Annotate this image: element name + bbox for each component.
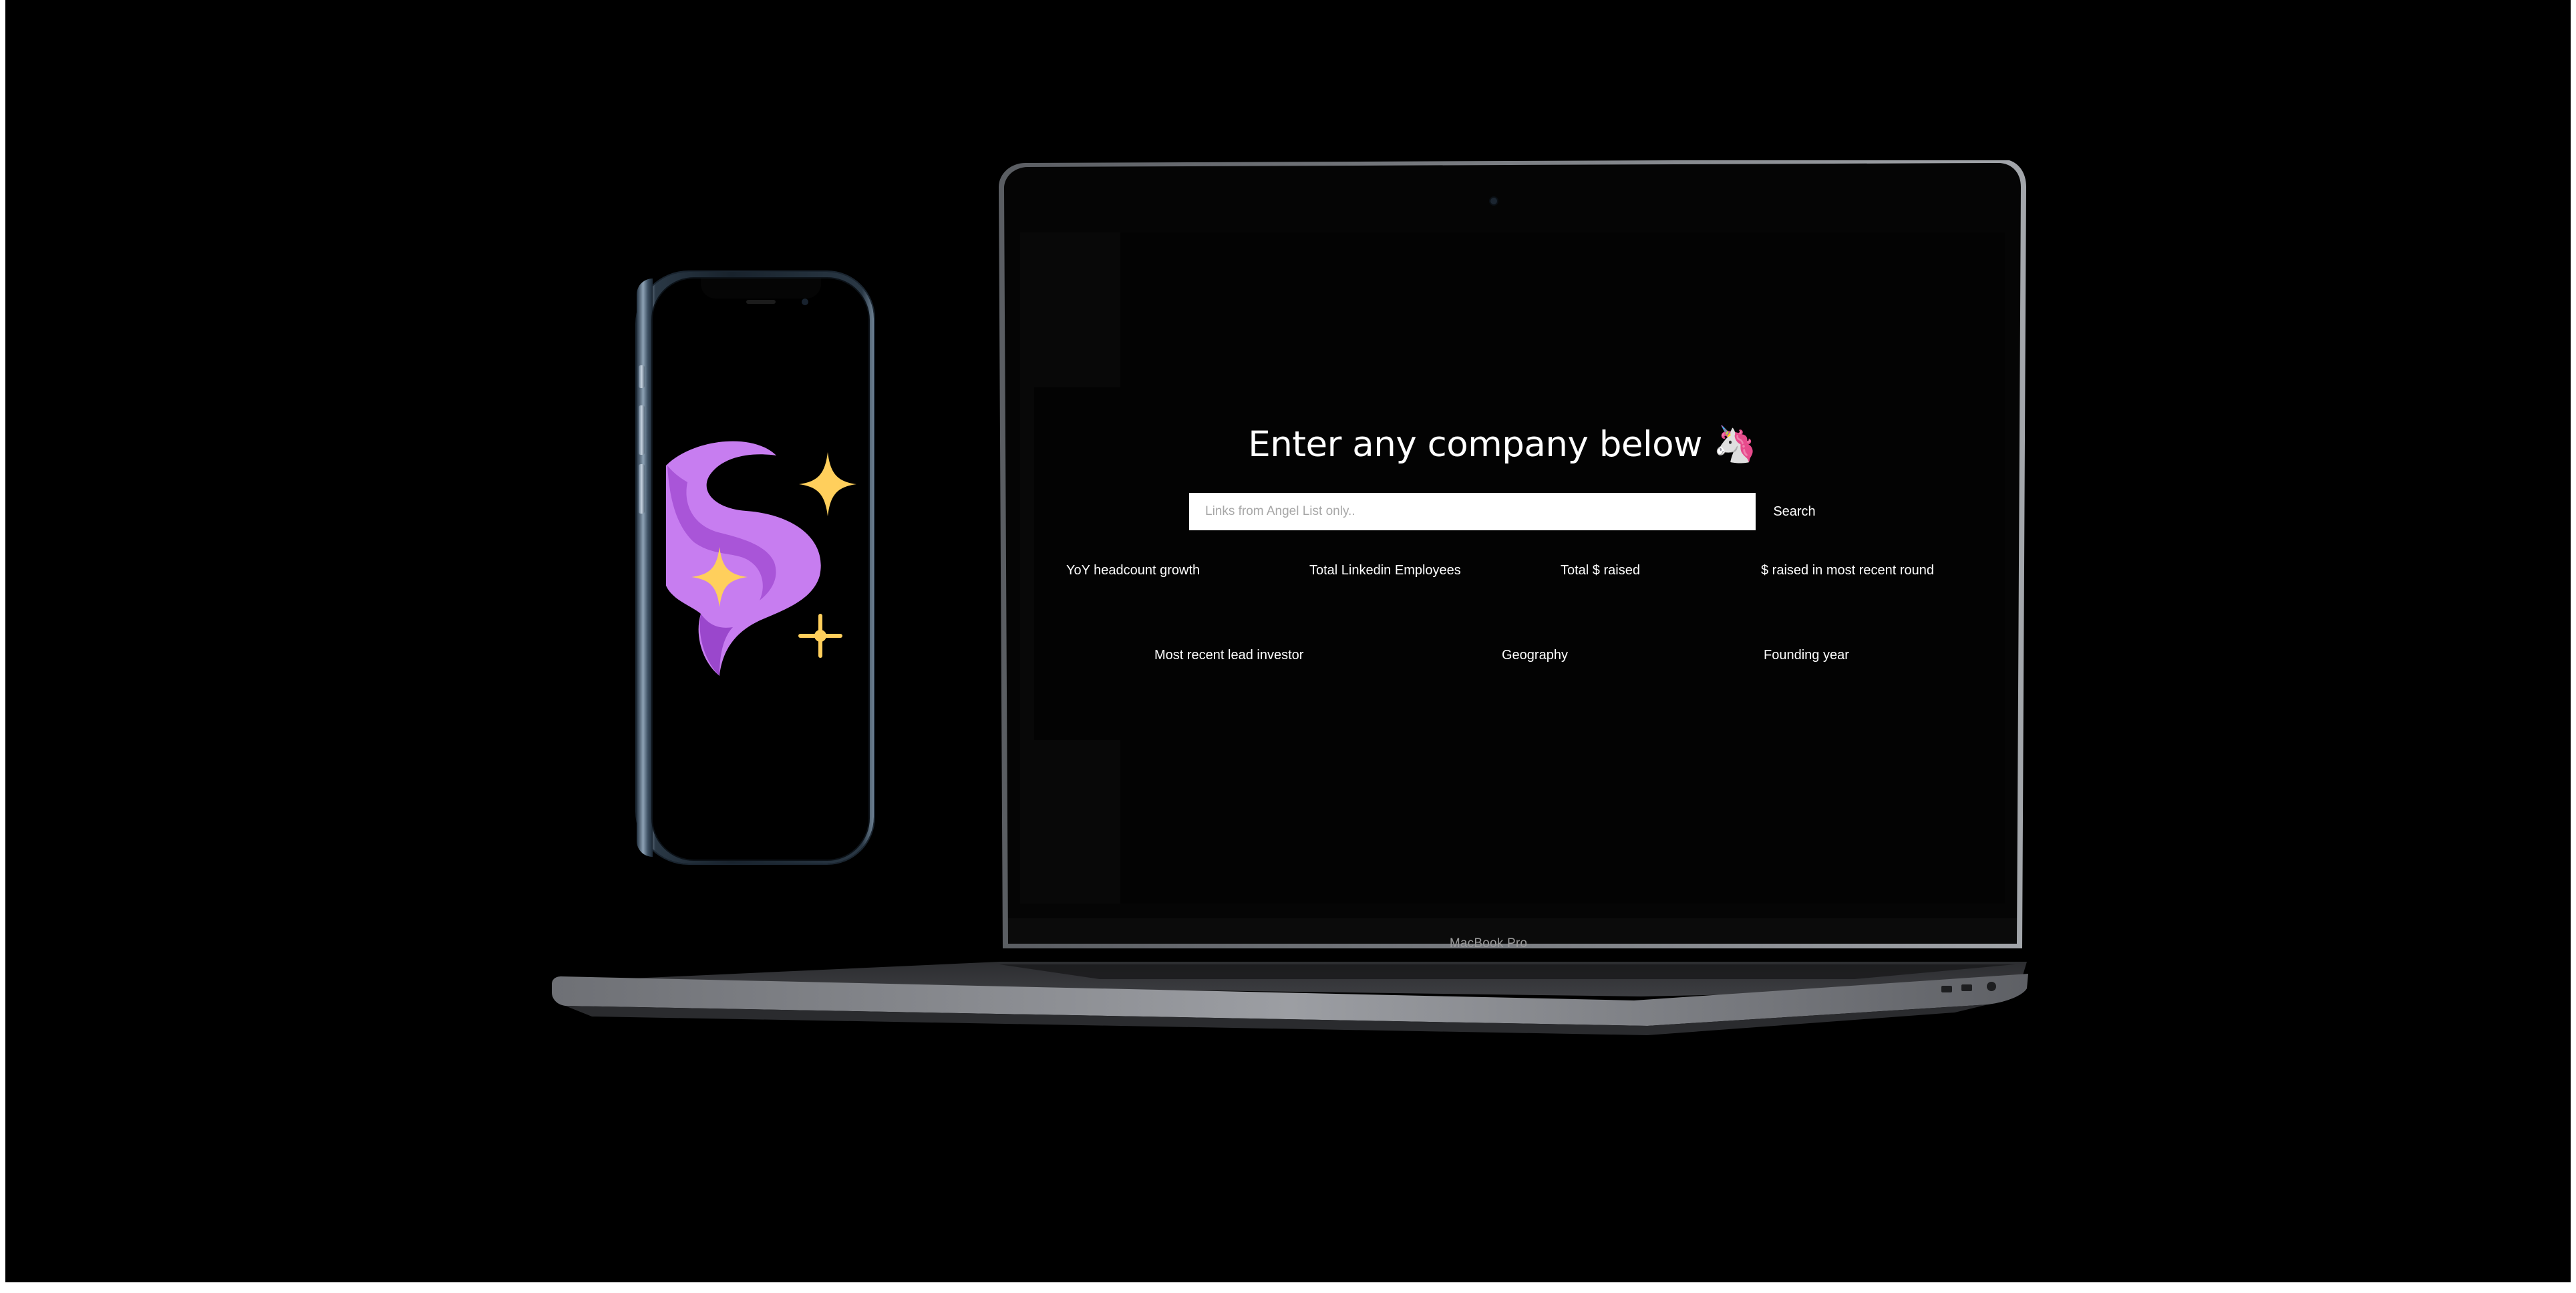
company-search-app: Enter any company below 🦄 Search YoY hea… bbox=[1034, 387, 1971, 740]
phone-screen bbox=[651, 277, 870, 861]
metric-total-linkedin-employees: Total Linkedin Employees bbox=[1309, 563, 1461, 578]
phone-device bbox=[637, 272, 874, 864]
phone-volume-down-button bbox=[639, 464, 645, 514]
metric-most-recent-lead-investor: Most recent lead investor bbox=[1154, 648, 1304, 663]
company-search-input[interactable] bbox=[1189, 493, 1756, 530]
page-title: Enter any company below 🦄 bbox=[1248, 424, 1757, 465]
metric-geography: Geography bbox=[1502, 648, 1568, 663]
metric-yoy-headcount-growth: YoY headcount growth bbox=[1066, 563, 1200, 578]
laptop-webcam bbox=[1490, 198, 1497, 204]
sparkle-wave-logo-icon bbox=[666, 441, 856, 676]
laptop-brand-label: MacBook Pro bbox=[1449, 936, 1528, 950]
metric-founding-year: Founding year bbox=[1764, 648, 1849, 663]
phone-speaker bbox=[746, 300, 776, 304]
phone-mute-switch bbox=[639, 365, 645, 388]
metric-total-raised: Total $ raised bbox=[1561, 563, 1640, 578]
mockup-stage: Enter any company below 🦄 Search YoY hea… bbox=[5, 0, 2571, 1282]
phone-volume-up-button bbox=[639, 405, 645, 455]
metric-raised-most-recent-round: $ raised in most recent round bbox=[1761, 563, 1935, 578]
phone-camera bbox=[802, 299, 808, 305]
laptop-base bbox=[552, 962, 2030, 1049]
search-button[interactable]: Search bbox=[1762, 493, 1826, 530]
laptop-base-body bbox=[552, 962, 2028, 1035]
phone-notch bbox=[701, 279, 821, 299]
